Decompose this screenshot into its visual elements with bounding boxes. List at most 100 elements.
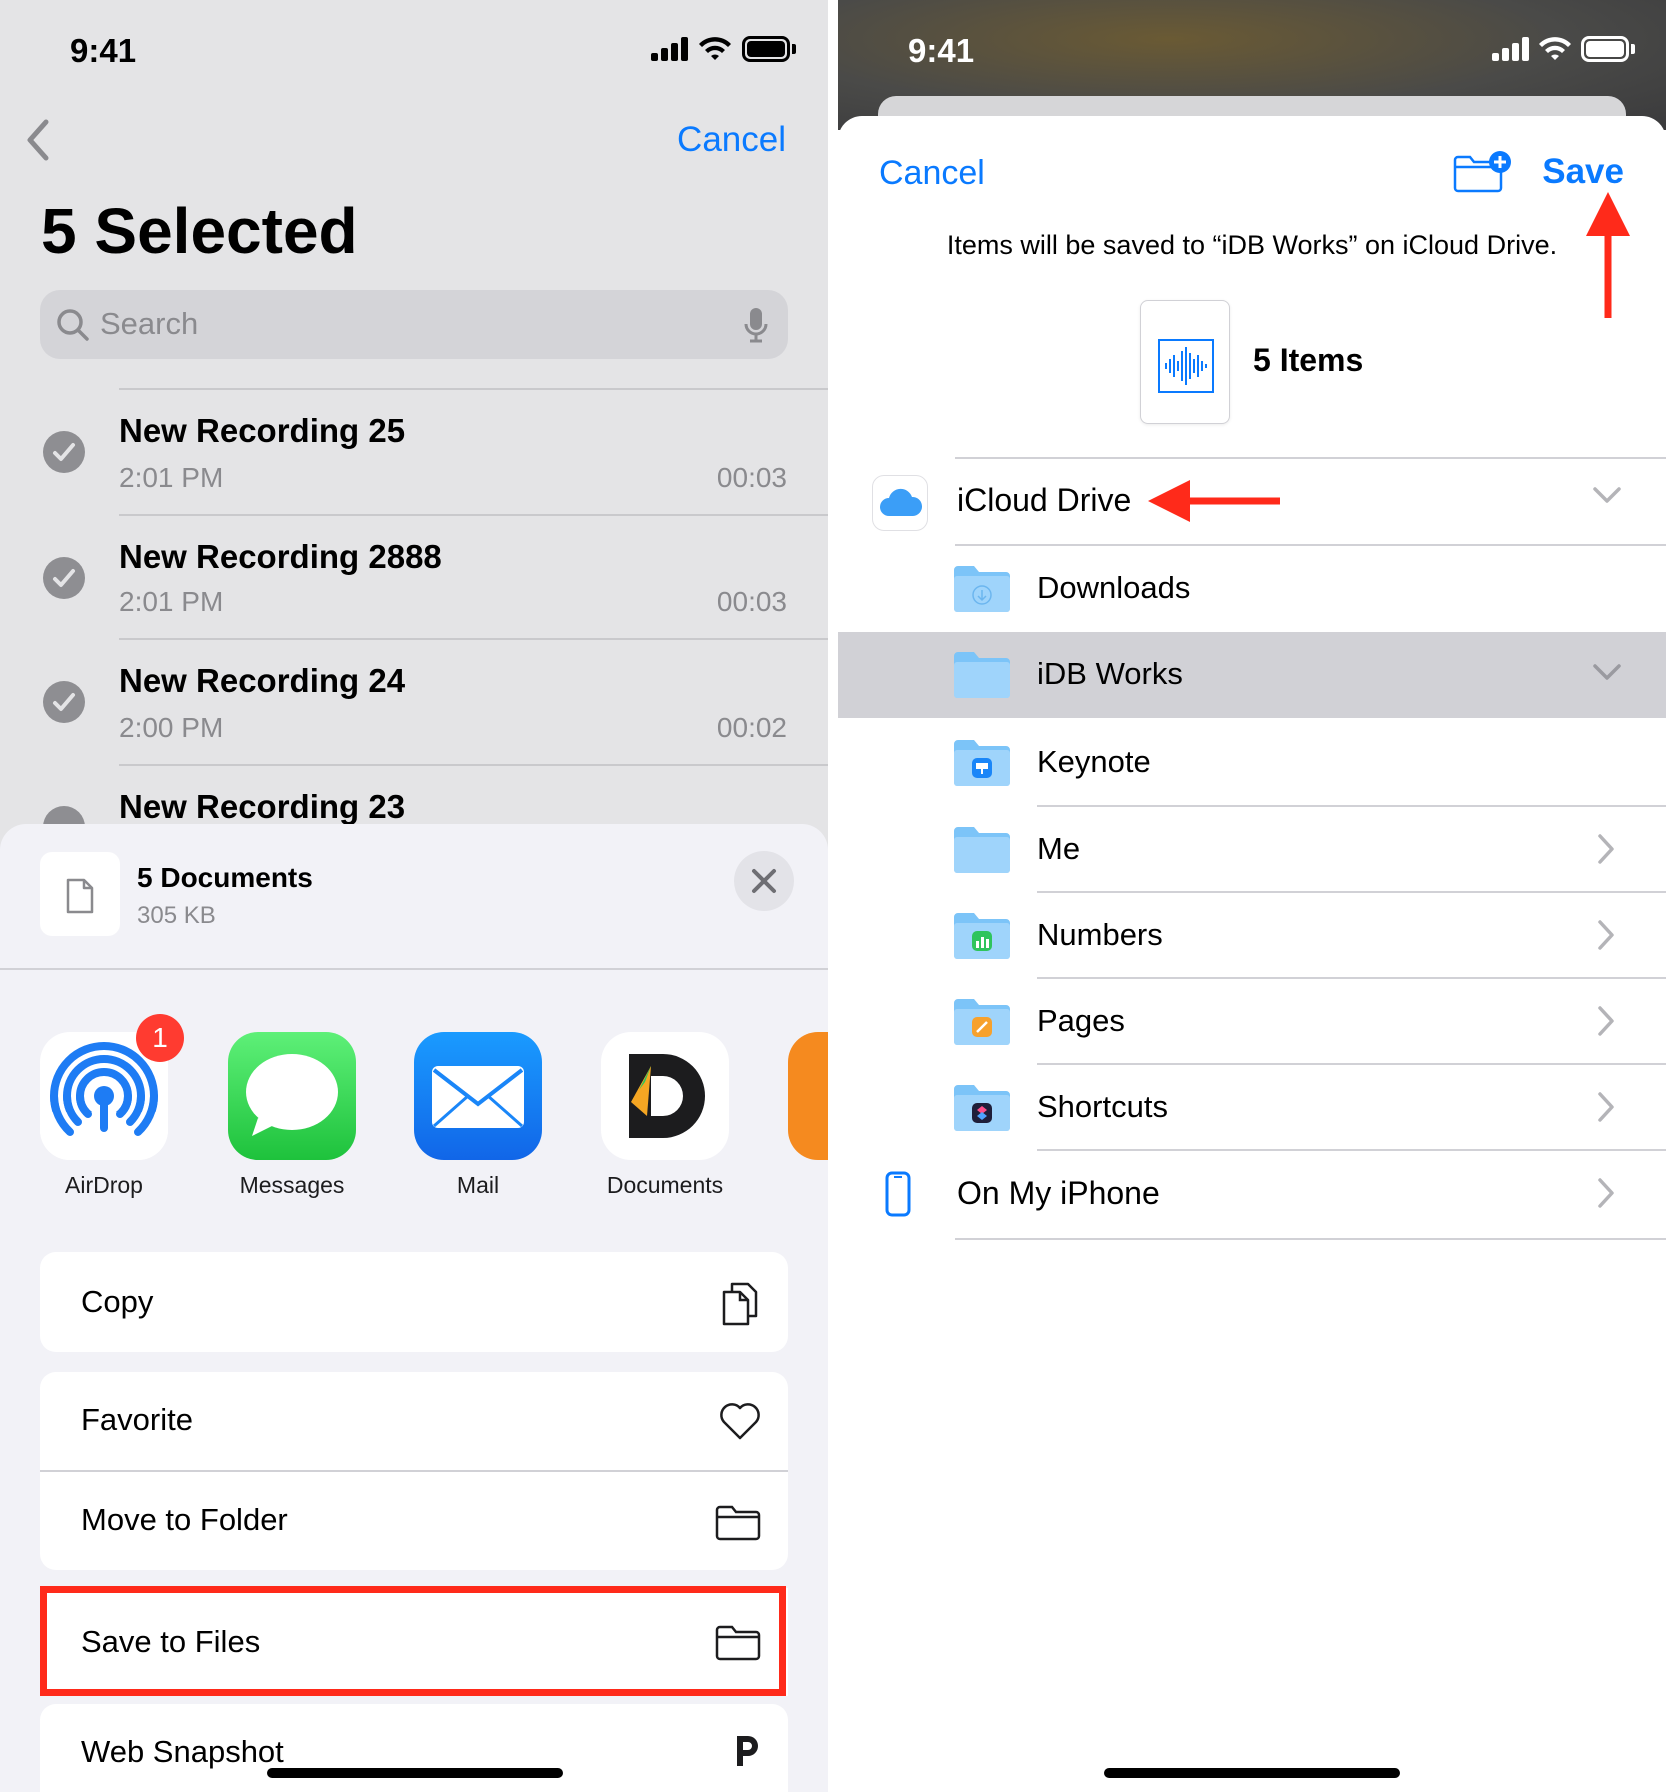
folder-label: Keynote	[1037, 744, 1151, 779]
voice-memos-screen: 9:41 Cancel 5 Selected Search New Record…	[0, 0, 828, 1792]
chevron-right-icon[interactable]	[1596, 833, 1616, 865]
new-folder-icon[interactable]	[1452, 148, 1512, 194]
airdrop-label: AirDrop	[65, 1172, 143, 1198]
wifi-icon	[1539, 37, 1571, 60]
items-thumbnail	[1140, 300, 1230, 424]
chevron-down-icon[interactable]	[1592, 662, 1622, 682]
chevron-down-icon[interactable]	[1592, 485, 1622, 505]
cancel-button[interactable]: Cancel	[879, 154, 985, 193]
web-snapshot-action[interactable]: Web Snapshot	[40, 1704, 788, 1792]
mail-label: Mail	[456, 1172, 500, 1198]
favorite-action[interactable]: Favorite	[40, 1372, 788, 1470]
folder-label: Me	[1037, 831, 1081, 866]
row-separator	[955, 1238, 1666, 1240]
folder-icon	[954, 827, 1010, 873]
cancel-button[interactable]: Cancel	[677, 120, 786, 160]
partial-app-icon[interactable]	[788, 1032, 828, 1160]
close-button[interactable]	[734, 851, 794, 911]
cellular-signal-icon	[1492, 37, 1532, 61]
folder-idb-works[interactable]: iDB Works	[838, 632, 1666, 718]
pinterest-p-icon	[737, 1736, 758, 1766]
folder-icon	[715, 1505, 761, 1541]
page-title: 5 Selected	[41, 195, 358, 267]
list-item[interactable]: New Recording 24 2:00 PM 00:02	[0, 640, 828, 764]
save-button[interactable]: Save	[1542, 152, 1624, 192]
battery-tip	[792, 44, 796, 54]
back-chevron-icon[interactable]	[24, 118, 52, 162]
recording-duration: 00:02	[716, 712, 787, 743]
messages-label: Messages	[239, 1172, 345, 1198]
folder-pages[interactable]: Pages	[838, 979, 1666, 1065]
snapshot-label: Web Snapshot	[81, 1734, 284, 1769]
home-indicator	[1104, 1768, 1400, 1778]
location-on-my-iphone[interactable]: On My iPhone	[838, 1151, 1666, 1237]
waveform-icon	[1158, 339, 1214, 393]
wifi-icon	[699, 37, 731, 60]
document-icon	[66, 878, 94, 914]
folder-downloads[interactable]: Downloads	[838, 546, 1666, 632]
share-sheet: 5 Documents 305 KB 1 AirDrop Messages Ma…	[0, 824, 828, 1792]
document-thumbnail	[40, 852, 120, 936]
icloud-label: iCloud Drive	[957, 482, 1132, 518]
recording-title: New Recording 23	[119, 788, 406, 825]
chevron-right-icon[interactable]	[1596, 1177, 1616, 1209]
iphone-icon	[885, 1171, 911, 1217]
list-item[interactable]: New Recording 25 2:01 PM 00:03	[0, 390, 828, 514]
sheet-separator	[0, 968, 828, 970]
status-time: 9:41	[70, 32, 137, 69]
annotation-arrow-left	[1148, 480, 1280, 522]
copy-icon	[722, 1282, 758, 1326]
share-doc-title: 5 Documents	[137, 862, 313, 893]
folder-shortcuts[interactable]: Shortcuts	[838, 1065, 1666, 1151]
recording-title: New Recording 25	[119, 412, 406, 449]
home-indicator	[267, 1768, 563, 1778]
copy-label: Copy	[81, 1284, 154, 1319]
annotation-arrow-up	[1586, 192, 1630, 318]
downloads-folder-icon	[954, 566, 1010, 612]
battery-icon	[1581, 36, 1629, 62]
search-input[interactable]: Search	[40, 290, 788, 359]
copy-action[interactable]: Copy	[40, 1252, 788, 1352]
numbers-folder-icon	[954, 913, 1010, 959]
mail-app-icon[interactable]	[414, 1032, 542, 1160]
folder-label: Pages	[1037, 1003, 1125, 1038]
folder-label: Numbers	[1037, 917, 1163, 952]
recording-time: 2:00 PM	[119, 712, 224, 743]
recording-duration: 00:03	[716, 586, 787, 617]
search-placeholder: Search	[100, 306, 199, 341]
chevron-right-icon[interactable]	[1596, 919, 1616, 951]
folder-label: Shortcuts	[1037, 1089, 1168, 1124]
icloud-icon	[872, 475, 928, 531]
chevron-right-icon[interactable]	[1596, 1005, 1616, 1037]
airdrop-badge: 1	[136, 1014, 184, 1062]
close-icon	[752, 869, 776, 893]
cellular-signal-icon	[651, 37, 691, 61]
checkmark-icon[interactable]	[43, 681, 85, 723]
chevron-right-icon[interactable]	[1596, 1091, 1616, 1123]
panel-divider	[828, 0, 838, 1792]
folder-label: iDB Works	[1037, 656, 1183, 691]
shortcuts-folder-icon	[954, 1085, 1010, 1131]
messages-app-icon[interactable]	[228, 1032, 356, 1160]
list-item[interactable]: New Recording 23	[0, 766, 828, 848]
battery-tip	[1631, 44, 1635, 54]
folder-me[interactable]: Me	[838, 807, 1666, 893]
list-item[interactable]: New Recording 2888 2:01 PM 00:03	[0, 516, 828, 638]
checkmark-icon[interactable]	[43, 431, 85, 473]
highlight-box	[40, 1586, 786, 1696]
documents-label: Documents	[606, 1172, 724, 1198]
save-destination-message: Items will be saved to “iDB Works” on iC…	[946, 230, 1558, 260]
heart-icon	[720, 1403, 760, 1440]
share-doc-size: 305 KB	[137, 902, 216, 929]
recording-time: 2:01 PM	[119, 586, 224, 617]
move-to-folder-action[interactable]: Move to Folder	[40, 1472, 788, 1570]
folder-numbers[interactable]: Numbers	[838, 893, 1666, 979]
folder-keynote[interactable]: Keynote	[838, 720, 1666, 806]
microphone-icon[interactable]	[744, 306, 768, 344]
checkmark-icon[interactable]	[43, 557, 85, 599]
keynote-folder-icon	[954, 740, 1010, 786]
favorite-label: Favorite	[81, 1402, 193, 1437]
recording-duration: 00:03	[716, 462, 787, 493]
documents-app-icon[interactable]	[601, 1032, 729, 1160]
folder-label: Downloads	[1037, 570, 1191, 605]
